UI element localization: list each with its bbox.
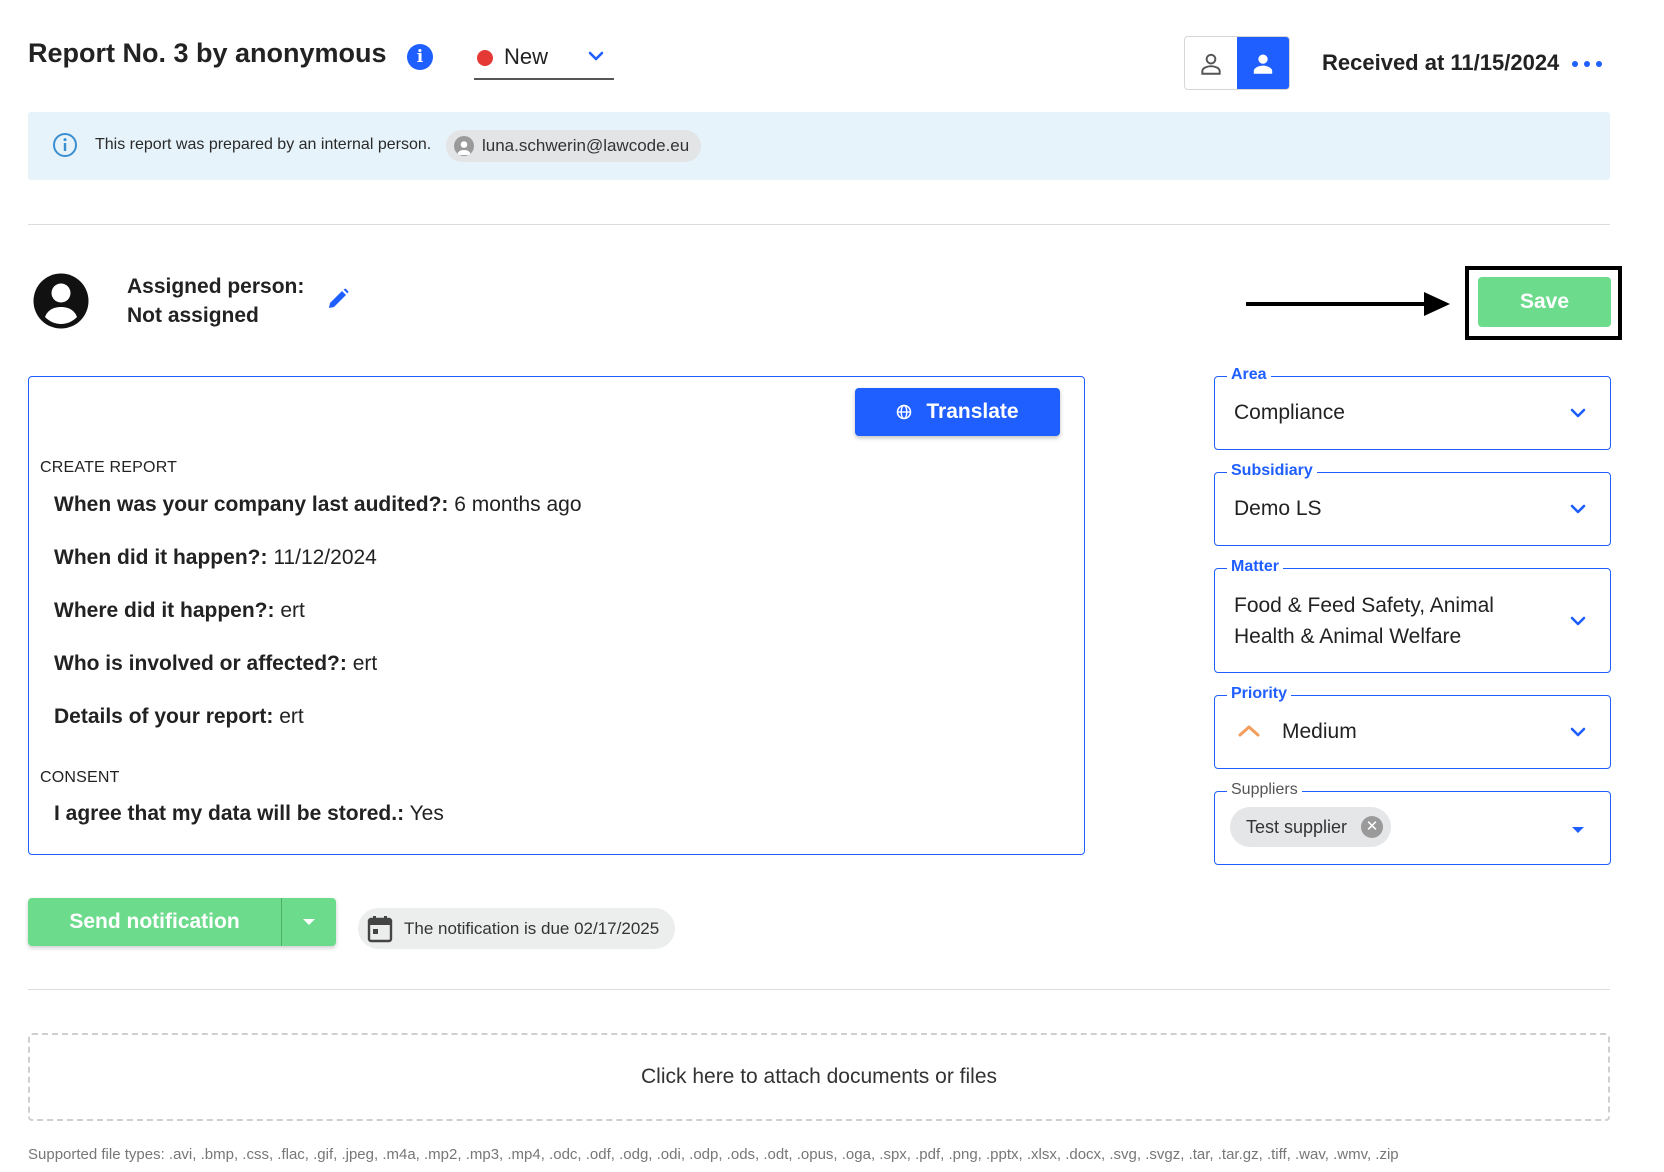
globe-icon [897, 404, 912, 420]
supplier-chip: Test supplier ✕ [1230, 807, 1392, 847]
status-label: New [504, 44, 549, 69]
divider [28, 989, 1610, 990]
page-title: Report No. 3 by anonymous [28, 38, 387, 68]
status-dot-icon [477, 50, 493, 66]
assigned-person: Assigned person: Not assigned [127, 272, 304, 330]
banner-text: This report was prepared by an internal … [95, 136, 432, 153]
report-answer: I agree that my data will be stored.: Ye… [54, 802, 444, 825]
report-answer: Who is involved or affected?: ert [54, 652, 378, 675]
avatar-icon [454, 136, 474, 156]
arrow-right-icon [1246, 290, 1452, 323]
section-heading: CREATE REPORT [40, 459, 178, 476]
area-label: Area [1227, 366, 1271, 384]
save-button[interactable]: Save [1478, 277, 1611, 327]
person-filled-icon [1253, 54, 1273, 74]
more-options-icon[interactable] [1572, 54, 1602, 74]
info-icon[interactable]: i [407, 44, 433, 70]
send-notification-button[interactable]: Send notification [28, 898, 282, 946]
translate-label: Translate [926, 400, 1019, 423]
status-select[interactable]: New [474, 38, 614, 80]
suppliers-label: Suppliers [1227, 781, 1302, 799]
priority-select[interactable]: Priority Medium [1214, 685, 1611, 769]
suppliers-select[interactable]: Suppliers Test supplier ✕ [1214, 781, 1611, 865]
received-date: Received at 11/15/2024 [1322, 50, 1560, 75]
supplier-chip-label: Test supplier [1246, 817, 1348, 837]
send-notification-dropdown[interactable] [282, 898, 336, 946]
file-dropzone[interactable]: Click here to attach documents or files [28, 1033, 1610, 1121]
info-outline-icon [52, 132, 78, 163]
due-date-text: The notification is due 02/17/2025 [404, 919, 660, 938]
chevron-down-icon [586, 46, 606, 71]
email-chip: luna.schwerin@lawcode.eu [446, 130, 702, 162]
remove-icon[interactable]: ✕ [1361, 816, 1384, 838]
report-answer: When did it happen?: 11/12/2024 [54, 546, 377, 569]
calendar-icon [367, 915, 393, 958]
priority-label: Priority [1227, 685, 1292, 703]
due-date-chip: The notification is due 02/17/2025 [358, 908, 676, 949]
divider [28, 224, 1610, 225]
report-content-box: Translate CREATE REPORT When was your co… [28, 376, 1085, 855]
info-banner: This report was prepared by an internal … [28, 112, 1610, 180]
dropzone-label: Click here to attach documents or files [641, 1065, 997, 1088]
matter-label: Matter [1227, 558, 1284, 576]
chevron-up-icon [1237, 721, 1261, 746]
matter-value: Food & Feed Safety, Animal Health & Anim… [1234, 594, 1494, 648]
person-outline-toggle[interactable] [1185, 37, 1237, 89]
assigned-label: Assigned person: [127, 275, 305, 298]
chevron-down-icon [1568, 722, 1588, 747]
area-value: Compliance [1234, 401, 1345, 424]
chevron-down-icon [1568, 611, 1588, 636]
person-filled-toggle[interactable] [1237, 37, 1289, 89]
edit-pencil-icon[interactable] [326, 287, 350, 316]
report-answer: Where did it happen?: ert [54, 599, 305, 622]
subsidiary-select[interactable]: Subsidiary Demo LS [1214, 462, 1611, 546]
send-notification-split-button: Send notification [28, 898, 336, 946]
translate-button[interactable]: Translate [855, 388, 1060, 436]
report-answer: When was your company last audited?: 6 m… [54, 493, 582, 516]
assigned-value: Not assigned [127, 304, 259, 327]
report-answer: Details of your report: ert [54, 705, 304, 728]
chevron-down-icon [1568, 499, 1588, 524]
view-toggle [1184, 36, 1290, 90]
subsidiary-label: Subsidiary [1227, 462, 1317, 480]
caret-down-icon [303, 919, 315, 925]
priority-value: Medium [1282, 720, 1357, 743]
area-select[interactable]: Area Compliance [1214, 366, 1611, 450]
matter-select[interactable]: Matter Food & Feed Safety, Animal Health… [1214, 558, 1611, 673]
chevron-down-icon [1568, 403, 1588, 428]
email-text: luna.schwerin@lawcode.eu [482, 136, 690, 155]
person-outline-icon [1201, 53, 1221, 75]
section-heading: CONSENT [40, 769, 120, 786]
account-circle-icon [32, 272, 90, 335]
supported-file-types: Supported file types: .avi, .bmp, .css, … [28, 1146, 1399, 1163]
caret-down-icon[interactable] [1568, 820, 1588, 845]
subsidiary-value: Demo LS [1234, 497, 1322, 520]
